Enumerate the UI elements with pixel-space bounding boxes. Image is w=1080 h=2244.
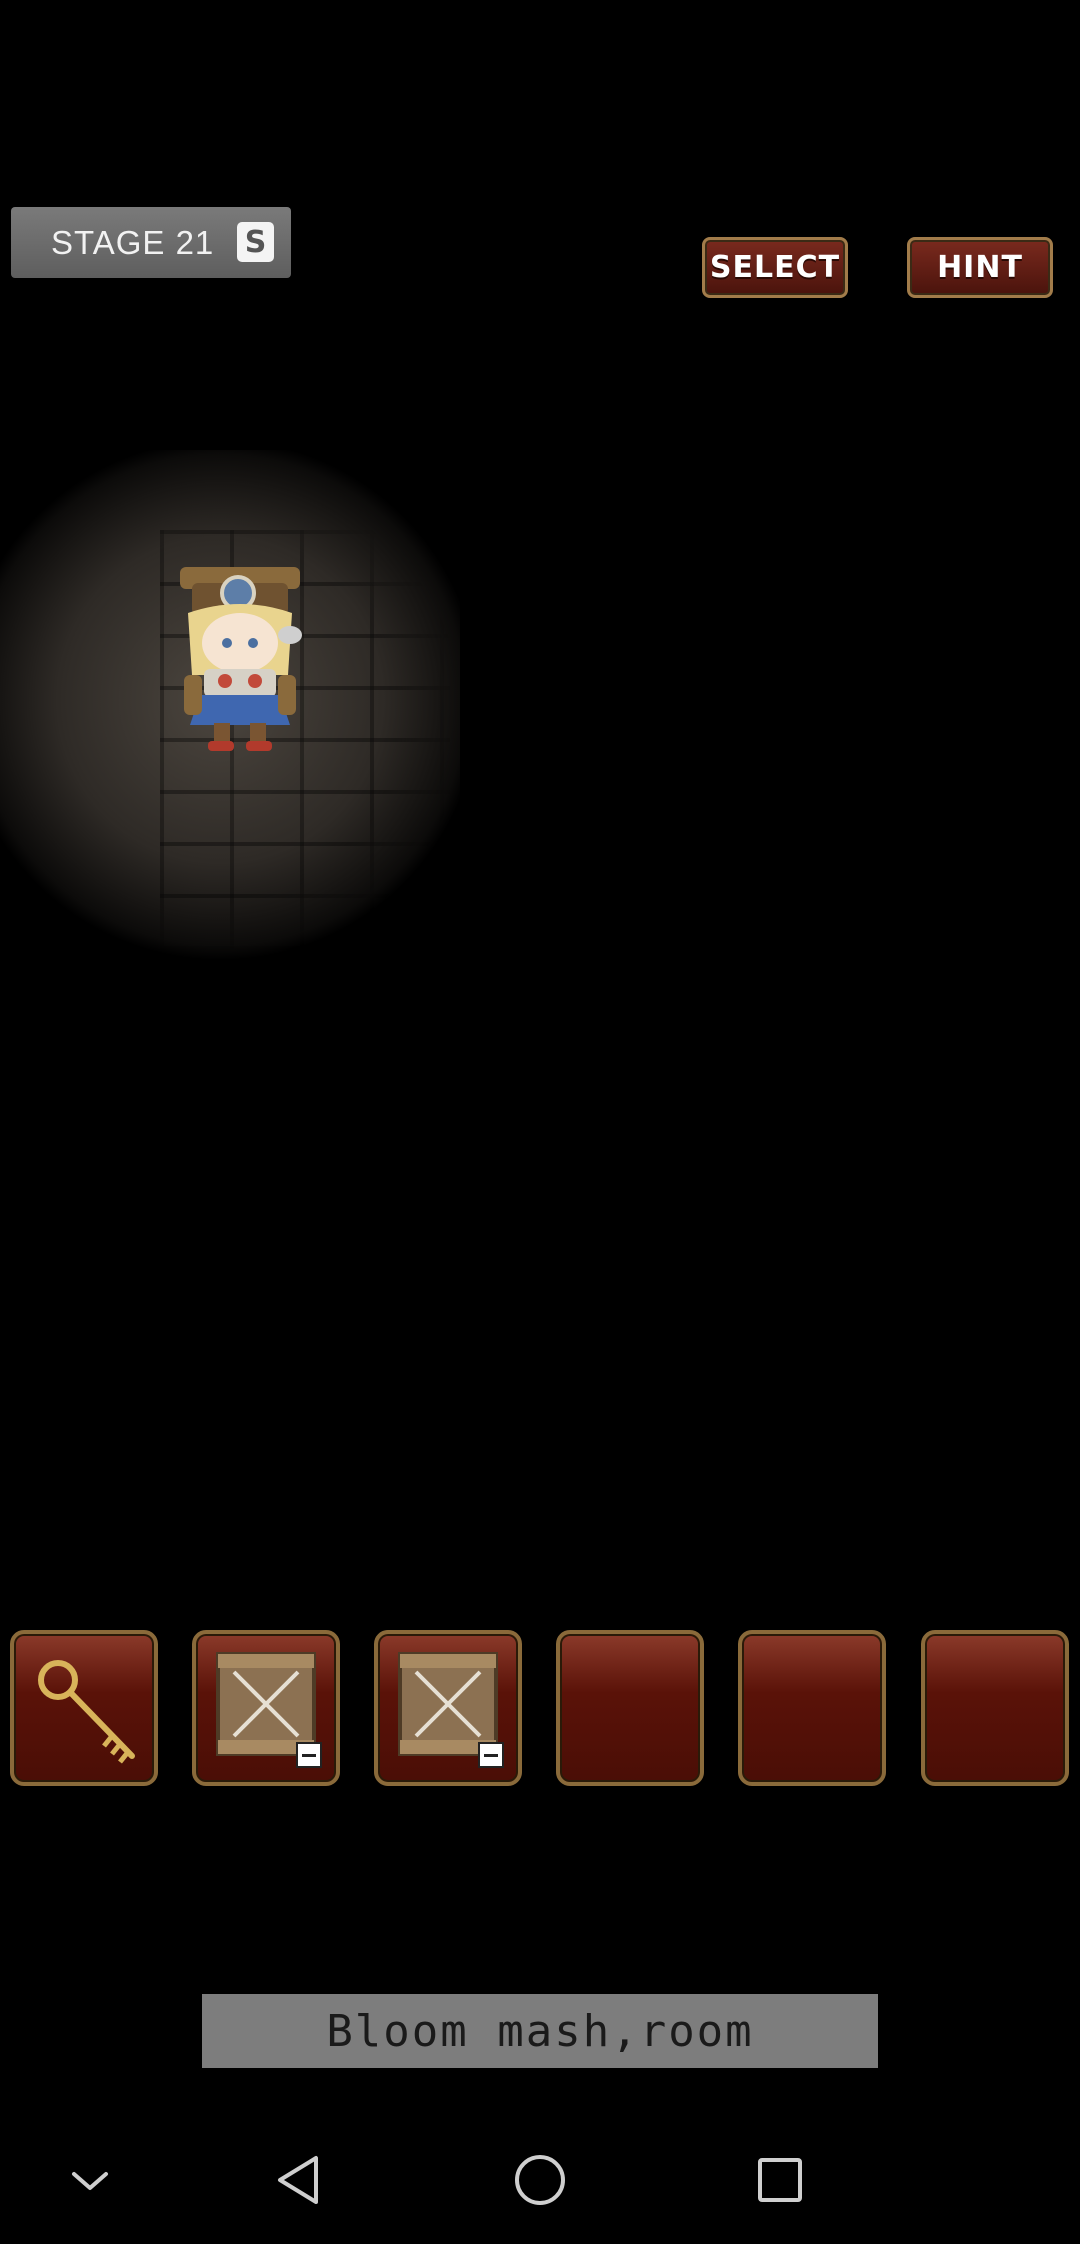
stage-label: STAGE 21 [51,223,215,261]
message-text: Bloom mash,room [326,2005,754,2057]
stage-badge: STAGE 21 S [11,207,291,278]
inventory-slot-2[interactable] [192,1630,340,1786]
discard-badge[interactable] [296,1742,322,1768]
explorer-character[interactable] [170,565,310,755]
inventory-slot-5[interactable] [738,1630,886,1786]
key-icon [38,1660,135,1764]
inventory-slot-4[interactable] [556,1630,704,1786]
back-icon[interactable] [270,2150,330,2210]
discard-badge[interactable] [478,1742,504,1768]
inventory-slot-6[interactable] [921,1630,1069,1786]
inventory-slot-3[interactable] [374,1630,522,1786]
home-icon[interactable] [510,2150,570,2210]
message-bar: Bloom mash,room [202,1994,878,2068]
recents-icon[interactable] [750,2150,810,2210]
save-icon[interactable]: S [237,222,274,262]
hint-button[interactable]: HINT [907,237,1053,298]
select-button[interactable]: SELECT [702,237,848,298]
collapse-icon[interactable] [60,2150,120,2210]
inventory-slot-1[interactable] [10,1630,158,1786]
